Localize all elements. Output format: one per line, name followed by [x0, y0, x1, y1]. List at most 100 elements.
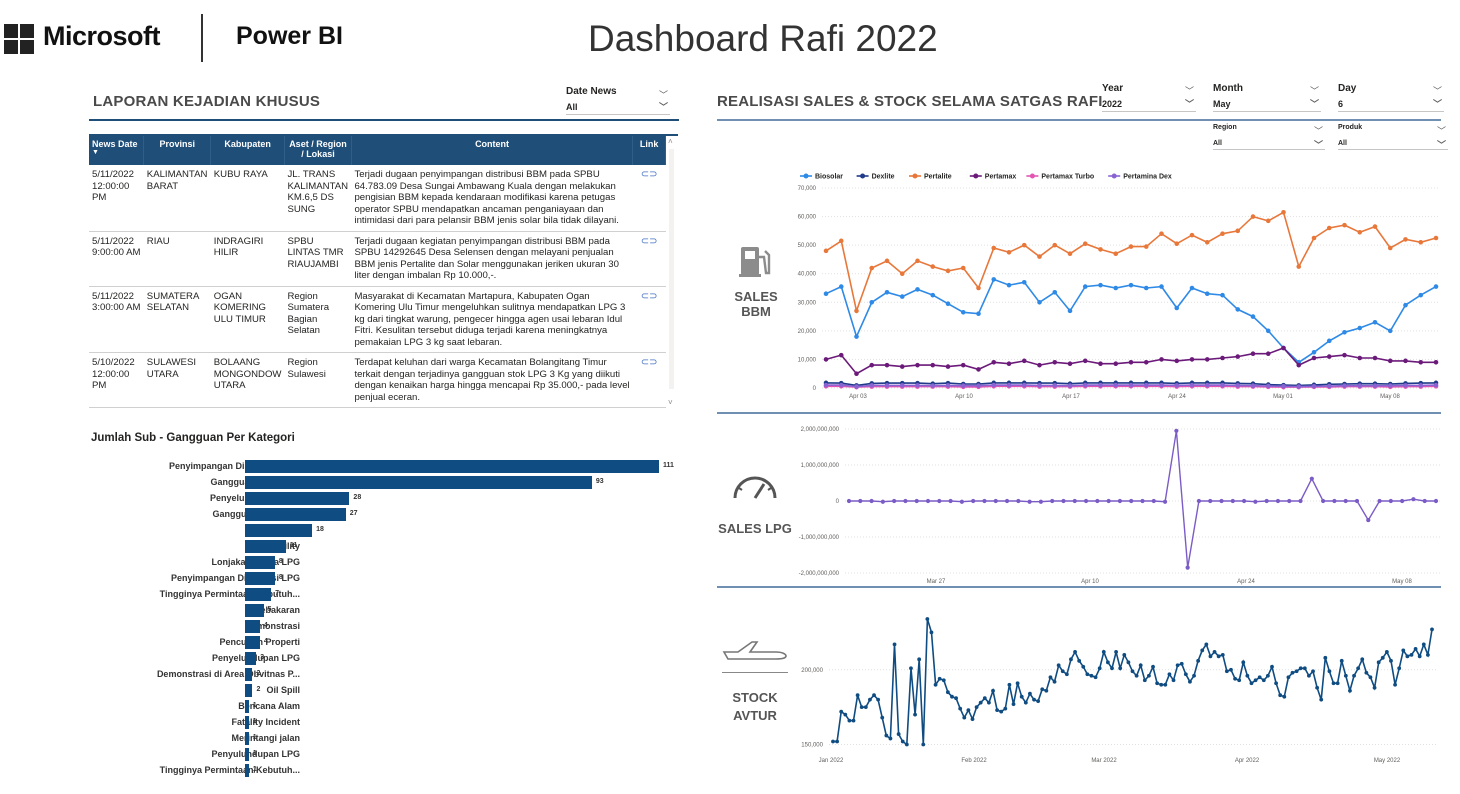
- data-point[interactable]: [1230, 498, 1235, 504]
- data-point[interactable]: [869, 265, 875, 271]
- legend-label[interactable]: Biosolar: [815, 174, 843, 181]
- data-point[interactable]: [1366, 517, 1371, 523]
- data-point[interactable]: [838, 383, 844, 389]
- data-point[interactable]: [1196, 658, 1201, 663]
- data-point[interactable]: [1405, 654, 1410, 659]
- data-point[interactable]: [1418, 292, 1424, 298]
- data-point[interactable]: [991, 245, 997, 251]
- data-point[interactable]: [1357, 383, 1363, 389]
- data-point[interactable]: [1048, 675, 1053, 680]
- cell-link[interactable]: ⊂⊃: [632, 165, 666, 232]
- data-point[interactable]: [846, 498, 852, 504]
- data-point[interactable]: [1113, 383, 1119, 389]
- data-point[interactable]: [1129, 498, 1134, 504]
- data-point[interactable]: [1326, 225, 1332, 231]
- bar-row[interactable]: Penyimpangan Distribusi BBM 111: [60, 460, 680, 473]
- data-point[interactable]: [930, 383, 936, 389]
- data-point[interactable]: [1006, 361, 1012, 367]
- data-point[interactable]: [960, 384, 966, 390]
- data-point[interactable]: [869, 498, 874, 504]
- bar[interactable]: [245, 572, 275, 585]
- data-point[interactable]: [930, 362, 936, 368]
- bar-row[interactable]: Merintangi jalan 1: [60, 732, 680, 745]
- data-point[interactable]: [904, 742, 909, 747]
- data-point[interactable]: [1082, 284, 1088, 289]
- data-point[interactable]: [1403, 384, 1408, 389]
- data-point[interactable]: [1224, 669, 1229, 674]
- data-point[interactable]: [1097, 666, 1102, 671]
- legend-label[interactable]: Dexlite: [872, 174, 895, 181]
- data-point[interactable]: [1118, 666, 1123, 671]
- data-point[interactable]: [1332, 498, 1337, 504]
- bar-row[interactable]: Gangguan Stok LPG27: [60, 508, 680, 521]
- data-point[interactable]: [1372, 383, 1378, 389]
- data-point[interactable]: [1128, 380, 1134, 386]
- data-point[interactable]: [1006, 383, 1012, 389]
- data-point[interactable]: [1155, 681, 1160, 686]
- data-point[interactable]: [1327, 669, 1332, 674]
- data-point[interactable]: [1296, 359, 1302, 365]
- data-point[interactable]: [1113, 251, 1119, 257]
- data-point[interactable]: [1204, 291, 1210, 297]
- region-slicer[interactable]: Region ﹀ All ﹀: [1213, 124, 1325, 150]
- data-point[interactable]: [1167, 672, 1172, 677]
- data-point[interactable]: [1044, 688, 1049, 693]
- data-point[interactable]: [1270, 664, 1274, 669]
- data-point[interactable]: [1417, 654, 1422, 659]
- data-point[interactable]: [1249, 681, 1254, 686]
- data-point[interactable]: [1122, 652, 1127, 657]
- data-point[interactable]: [823, 380, 829, 386]
- data-point[interactable]: [1296, 264, 1302, 269]
- data-point[interactable]: [1281, 384, 1286, 390]
- data-point[interactable]: [1021, 279, 1027, 285]
- data-point[interactable]: [915, 362, 920, 368]
- data-point[interactable]: [945, 380, 951, 386]
- data-point[interactable]: [1265, 351, 1271, 357]
- data-point[interactable]: [1296, 384, 1302, 389]
- data-point[interactable]: [1021, 382, 1027, 388]
- data-point[interactable]: [1052, 242, 1058, 248]
- data-point[interactable]: [1265, 328, 1271, 334]
- bar-row[interactable]: Demonstrasi di Area Obvitnas P... 2: [60, 668, 680, 681]
- data-point[interactable]: [1189, 285, 1195, 291]
- data-point[interactable]: [1425, 652, 1430, 657]
- data-point[interactable]: [1409, 652, 1414, 657]
- data-point[interactable]: [884, 384, 890, 389]
- data-point[interactable]: [1082, 383, 1088, 389]
- data-point[interactable]: [1082, 380, 1088, 386]
- chevron-down-icon[interactable]: ﹀: [1433, 84, 1442, 97]
- data-point[interactable]: [993, 498, 998, 504]
- data-point[interactable]: [1250, 384, 1256, 389]
- data-point[interactable]: [1189, 383, 1195, 389]
- bar-row[interactable]: Vulnerability11: [60, 540, 680, 553]
- data-point[interactable]: [1357, 384, 1363, 389]
- data-point[interactable]: [1050, 498, 1055, 504]
- data-point[interactable]: [869, 383, 875, 388]
- data-point[interactable]: [929, 630, 934, 635]
- data-point[interactable]: [1342, 329, 1347, 335]
- data-point[interactable]: [1235, 384, 1241, 389]
- data-point[interactable]: [915, 380, 920, 386]
- data-point[interactable]: [1235, 228, 1241, 234]
- data-point[interactable]: [1143, 383, 1149, 389]
- date-news-slicer[interactable]: Date News ﹀ All ﹀: [566, 86, 670, 115]
- data-point[interactable]: [1106, 498, 1111, 504]
- data-point[interactable]: [892, 498, 897, 504]
- data-point[interactable]: [899, 271, 905, 277]
- data-point[interactable]: [1174, 384, 1180, 389]
- data-point[interactable]: [1021, 383, 1027, 389]
- data-point[interactable]: [1403, 381, 1408, 386]
- data-point[interactable]: [1192, 673, 1196, 678]
- bar[interactable]: [245, 556, 275, 569]
- legend-label[interactable]: Pertamina Dex: [1123, 174, 1172, 181]
- data-point[interactable]: [948, 498, 953, 504]
- data-point[interactable]: [1052, 359, 1058, 365]
- data-point[interactable]: [1326, 383, 1332, 389]
- table-row[interactable]: 5/10/2022 12:00:00 PM SULAWESI UTARA BOLAA…: [89, 352, 666, 408]
- bar-row[interactable]: Demonstrasi 4: [60, 620, 680, 633]
- data-point[interactable]: [1380, 655, 1385, 660]
- bar[interactable]: [245, 716, 249, 729]
- data-point[interactable]: [1245, 673, 1250, 678]
- data-point[interactable]: [1326, 384, 1332, 390]
- data-point[interactable]: [1128, 382, 1134, 388]
